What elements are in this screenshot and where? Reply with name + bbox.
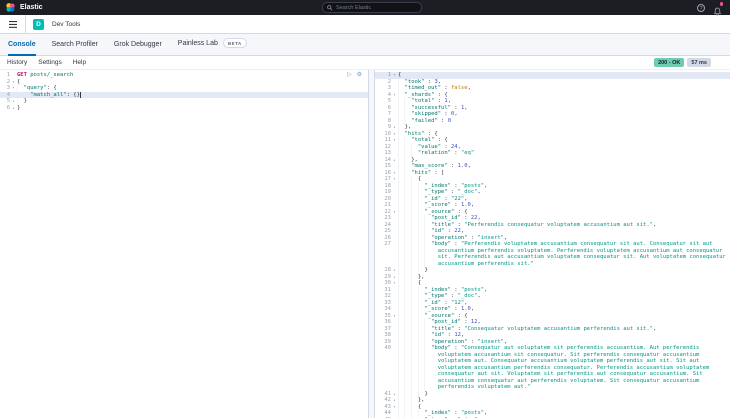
status-code-badge: 200 - OK [654, 58, 685, 67]
request-options-wrench-icon[interactable]: ⚙ [357, 72, 362, 78]
settings-button[interactable]: Settings [38, 59, 62, 66]
code-text: "body" : "Perferendis voluptatem accusan… [398, 241, 726, 267]
help-icon[interactable]: ? [697, 3, 705, 12]
global-search-input[interactable]: Search Elastic [322, 2, 422, 13]
dev-tools-app-icon[interactable]: D [33, 18, 44, 30]
request-editor[interactable]: ▷ ⚙ 1 GET posts/_search 2 ▾{3 ▾ "query": {4 "m… [0, 70, 368, 418]
request-line[interactable]: 6 ▴} [0, 104, 368, 112]
global-header: Elastic Search Elastic ? [0, 0, 730, 16]
brand-title: Elastic [20, 4, 43, 11]
header-section-divider [25, 15, 26, 33]
tab-console-label: Console [8, 41, 36, 48]
line-number: 40 [384, 345, 391, 351]
help-button[interactable]: Help [73, 59, 86, 66]
history-button[interactable]: History [7, 59, 27, 66]
text-cursor [79, 92, 81, 98]
breadcrumb: Dev Tools [52, 20, 81, 28]
response-line: 40 "body" : "Consequatur aut voluptatem s… [375, 345, 730, 391]
code-text: } [17, 104, 364, 111]
console-toolbar: History Settings Help 200 - OK 57 ms [0, 56, 730, 70]
line-number: 27 [384, 241, 391, 247]
line-number: 6 [6, 104, 10, 111]
bell-glyph [713, 7, 722, 16]
search-icon [327, 4, 333, 11]
code-text: "body" : "Consequatur aut voluptatem sit… [398, 345, 726, 391]
tab-console[interactable]: Console [8, 41, 36, 56]
tab-search-profiler[interactable]: Search Profiler [52, 41, 98, 55]
response-time-badge: 57 ms [687, 58, 711, 67]
send-request-icon[interactable]: ▷ [347, 72, 352, 78]
tab-painless-lab-label: Painless Lab [177, 39, 218, 47]
breadcrumb-bar: D Dev Tools [0, 15, 730, 34]
panel-resizer-handle[interactable] [368, 70, 375, 418]
notification-dot [719, 2, 723, 6]
tab-search-profiler-label: Search Profiler [51, 41, 98, 48]
tab-painless-lab[interactable]: Painless Lab BETA [178, 38, 247, 55]
beta-badge: BETA [222, 38, 247, 48]
response-line: 27 "body" : "Perferendis voluptatem accus… [375, 241, 730, 267]
response-viewer[interactable]: 1 ▾{2 "took" : 3, 3 "timed_out" : false, 4 ▾ "_… [375, 70, 730, 418]
search-placeholder: Search Elastic [336, 4, 372, 11]
dev-tools-tabs: Console Search Profiler Grok Debugger Pa… [0, 34, 730, 56]
fold-close-icon[interactable]: ▴ [10, 105, 17, 112]
tab-grok-debugger[interactable]: Grok Debugger [114, 41, 162, 55]
console-split-view: ▷ ⚙ 1 GET posts/_search 2 ▾{3 ▾ "query": {4 "m… [0, 70, 730, 418]
elastic-logo-icon[interactable] [6, 3, 15, 12]
hamburger-menu-icon[interactable] [9, 20, 17, 28]
alerts-bell-icon[interactable] [713, 2, 723, 16]
tab-grok-debugger-label: Grok Debugger [113, 41, 162, 48]
